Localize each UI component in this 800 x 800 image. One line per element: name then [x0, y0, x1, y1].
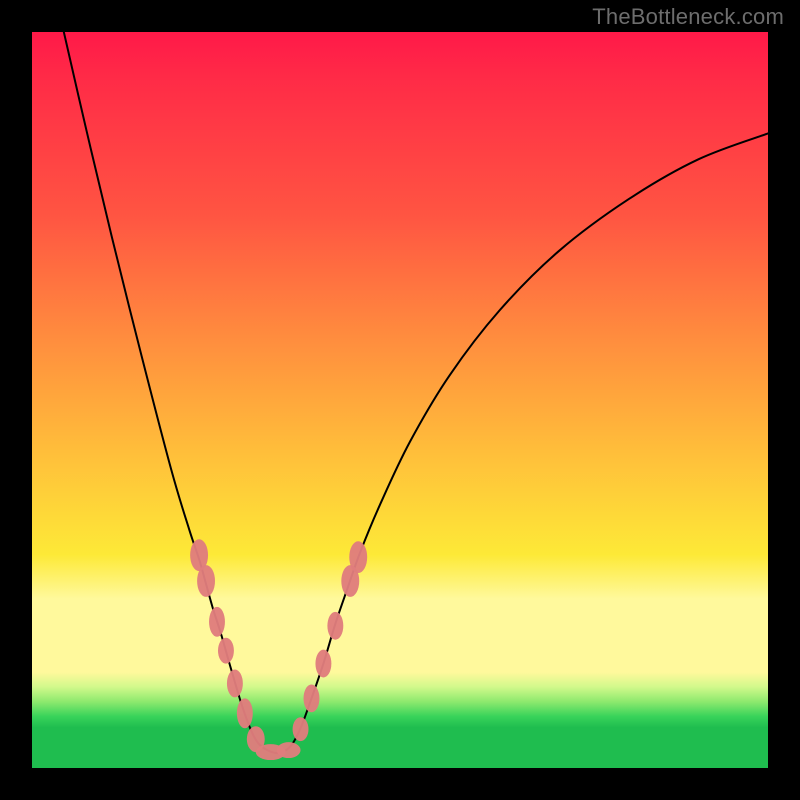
- chart-area: TheBottleneck.com: [0, 0, 800, 800]
- curve-marker: [237, 698, 253, 728]
- attribution-text: TheBottleneck.com: [592, 4, 784, 30]
- curve-marker: [315, 650, 331, 678]
- curve-marker: [197, 565, 215, 597]
- marker-group: [190, 539, 367, 760]
- curve-marker: [327, 612, 343, 640]
- bottleneck-curve: [64, 32, 768, 753]
- plot-svg: [32, 32, 768, 768]
- curve-marker: [293, 717, 309, 741]
- plot-region: [30, 30, 770, 770]
- curve-marker: [304, 684, 320, 712]
- curve-marker: [218, 638, 234, 664]
- curve-marker: [277, 742, 301, 758]
- curve-marker: [209, 607, 225, 637]
- curve-marker: [349, 541, 367, 573]
- curve-marker: [227, 670, 243, 698]
